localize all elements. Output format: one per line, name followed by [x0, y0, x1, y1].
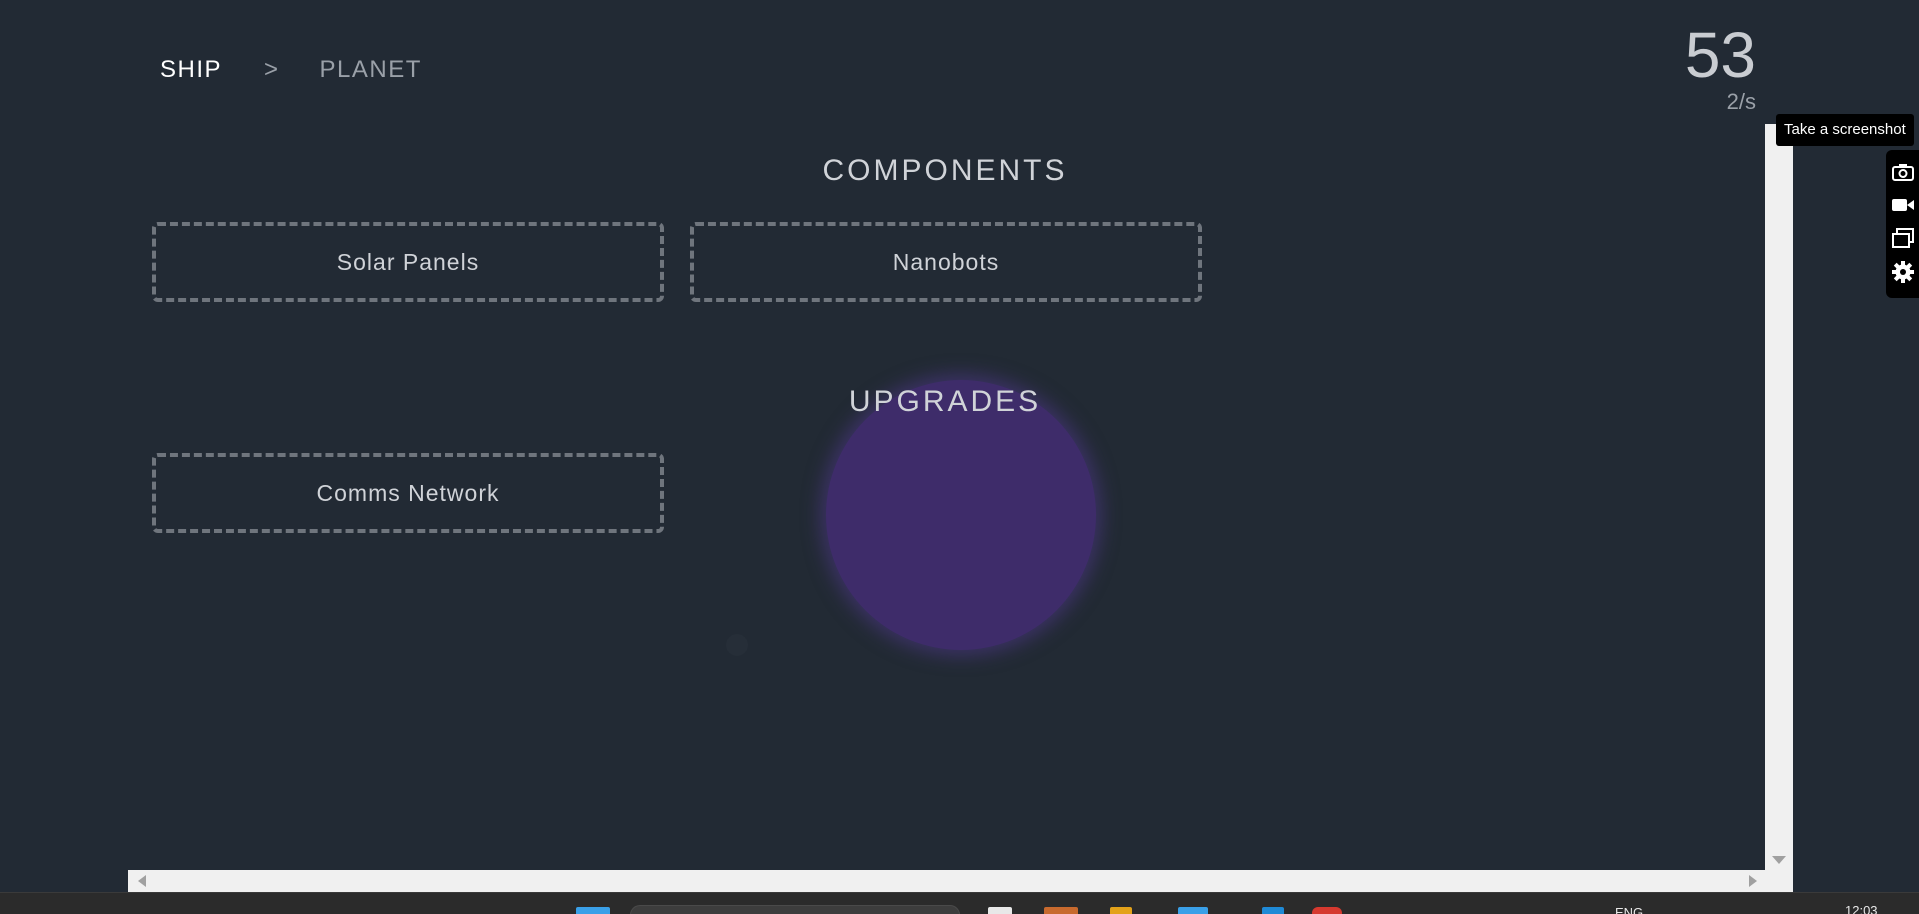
comms-network-button[interactable]: Comms Network — [152, 453, 664, 533]
nav-ship-link[interactable]: SHIP — [160, 56, 222, 84]
app-icon[interactable] — [1312, 907, 1342, 914]
video-camera-icon[interactable] — [1891, 193, 1915, 217]
upgrades-heading: UPGRADES — [848, 385, 1042, 418]
scroll-right-arrow-icon[interactable] — [1749, 875, 1757, 887]
vertical-scrollbar[interactable] — [1765, 124, 1793, 870]
components-heading: COMPONENTS — [822, 154, 1068, 187]
scroll-left-arrow-icon[interactable] — [138, 875, 146, 887]
scroll-down-arrow-icon[interactable] — [1772, 856, 1786, 864]
capture-toolbar — [1886, 150, 1919, 298]
breadcrumb-separator: > — [264, 56, 280, 83]
breadcrumb: SHIP > PLANET — [160, 56, 422, 84]
camera-icon[interactable] — [1891, 160, 1915, 184]
tile-label: Nanobots — [892, 248, 1000, 275]
language-indicator[interactable]: ENG — [1615, 905, 1643, 914]
app-icon[interactable] — [1178, 907, 1208, 914]
folder-icon[interactable] — [1110, 907, 1132, 914]
os-taskbar: ENG 12:03 — [0, 892, 1919, 914]
resource-rate: 2/s — [1726, 89, 1756, 114]
app-icon[interactable] — [1044, 907, 1078, 914]
resource-counter: 53 2/s — [1685, 20, 1756, 114]
nanobots-button[interactable]: Nanobots — [690, 222, 1202, 302]
start-icon[interactable] — [576, 907, 610, 914]
app-icon[interactable] — [1262, 907, 1284, 914]
taskbar-search-box[interactable] — [630, 905, 960, 914]
planet-orb[interactable] — [826, 380, 1096, 650]
tile-label: Comms Network — [316, 479, 500, 506]
screenshot-tooltip: Take a screenshot — [1776, 114, 1914, 146]
resource-count: 53 — [1684, 19, 1756, 91]
tile-label: Solar Panels — [336, 248, 480, 275]
gear-icon[interactable] — [1891, 260, 1915, 284]
solar-panels-button[interactable]: Solar Panels — [152, 222, 664, 302]
windows-icon[interactable] — [1891, 226, 1915, 250]
horizontal-scrollbar[interactable] — [128, 870, 1793, 892]
faint-particle — [726, 634, 748, 656]
nav-planet-link[interactable]: PLANET — [320, 56, 422, 84]
taskbar-clock[interactable]: 12:03 — [1845, 903, 1878, 914]
app-icon[interactable] — [988, 907, 1012, 914]
